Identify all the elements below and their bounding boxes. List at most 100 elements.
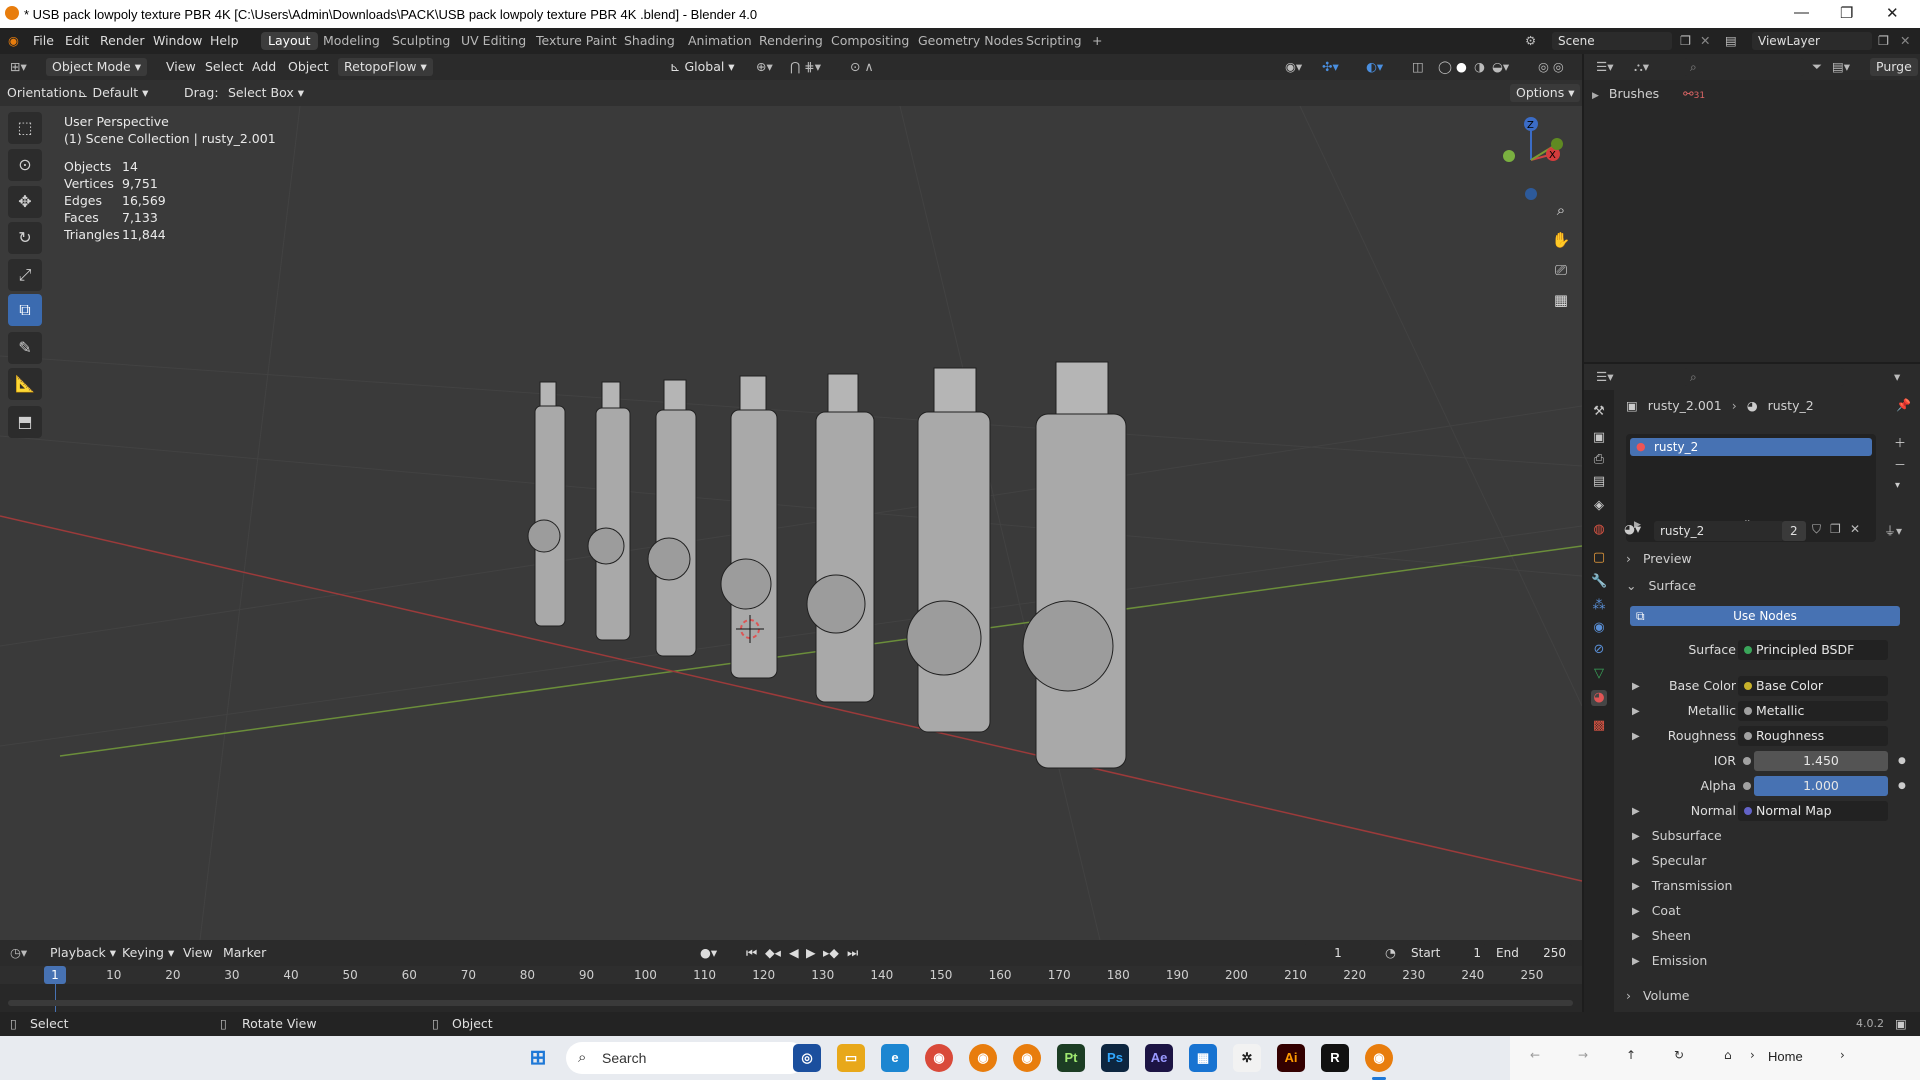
move-icon[interactable]: ✥ xyxy=(8,186,42,218)
maximize-button[interactable]: ❐ xyxy=(1840,4,1853,22)
orphan-icon[interactable]: ▤▾ xyxy=(1832,58,1850,76)
forward-arrow-icon[interactable]: → xyxy=(1578,1048,1588,1062)
transform-icon[interactable]: ⧉ xyxy=(8,294,42,326)
properties-search-input[interactable]: ⌕ xyxy=(1684,368,1844,386)
input-link-field[interactable]: Roughness xyxy=(1738,726,1888,746)
subpanel-specular[interactable]: ▶ Specular xyxy=(1632,851,1706,871)
refresh-icon[interactable]: ↻ xyxy=(1674,1048,1684,1062)
play-reverse-icon[interactable]: ◀ xyxy=(789,944,799,962)
preview-range-icon[interactable]: ◔ xyxy=(1385,944,1396,962)
blender-app-icon[interactable]: ◉ xyxy=(969,1044,997,1072)
visibility-icon[interactable]: ◉▾ xyxy=(1285,58,1302,76)
editor-type-icon[interactable]: ⊞▾ xyxy=(10,58,27,76)
subpanel-coat[interactable]: ▶ Coat xyxy=(1632,901,1681,921)
purge-button[interactable]: Purge xyxy=(1870,58,1918,76)
blender-app-icon[interactable]: ◉ xyxy=(1013,1044,1041,1072)
end-frame-field[interactable]: End 250 xyxy=(1490,944,1572,962)
display-mode-icon[interactable]: ⛬▾ xyxy=(1634,58,1649,76)
current-frame-field[interactable]: 1 xyxy=(1303,944,1373,962)
timeline-scrollbar[interactable] xyxy=(8,1000,1573,1006)
rendered-shading-icon[interactable]: ◒▾ xyxy=(1492,58,1509,76)
menu-help[interactable]: Help xyxy=(210,33,239,48)
subpanel-sheen[interactable]: ▶ Sheen xyxy=(1632,926,1691,946)
editor-type-icon[interactable]: ◷▾ xyxy=(10,944,27,962)
xray-toggle-icon[interactable]: ◫ xyxy=(1412,58,1424,76)
scale-icon[interactable]: ⤢ xyxy=(8,259,42,291)
retopoflow-menu[interactable]: RetopoFlow ▾ xyxy=(338,58,433,76)
solid-shading-icon[interactable]: ● xyxy=(1456,58,1467,76)
pan-view-icon[interactable]: ✋ xyxy=(1547,226,1575,254)
taskbar-search-box[interactable]: ⌕ Search xyxy=(566,1042,806,1074)
tab-layout[interactable]: Layout xyxy=(261,32,318,50)
auto-keying-icon[interactable]: ●▾ xyxy=(700,944,717,962)
subpanel-transmission[interactable]: ▶ Transmission xyxy=(1632,876,1732,896)
measure-icon[interactable]: 📐 xyxy=(8,368,42,400)
input-link-field[interactable]: Metallic xyxy=(1738,701,1888,721)
world-tab-icon[interactable]: ◍ xyxy=(1591,522,1607,538)
minimize-button[interactable]: — xyxy=(1794,4,1809,21)
orientation-selector[interactable]: ⊾ Default ▾ xyxy=(78,84,148,102)
unlink-material-icon[interactable]: ✕ xyxy=(1850,522,1860,536)
particles-tab-icon[interactable]: ⁂ xyxy=(1591,598,1607,614)
3d-viewport[interactable]: ⊞▾ Object Mode ▾ View Select Add Object … xyxy=(0,54,1582,940)
material-shading-icon[interactable]: ◑ xyxy=(1474,58,1485,76)
drag-selector[interactable]: Select Box ▾ xyxy=(228,84,304,102)
outliner-search-input[interactable]: ⌕ xyxy=(1684,58,1804,76)
tab-modeling[interactable]: Modeling xyxy=(316,32,387,50)
physics-tab-icon[interactable]: ◉ xyxy=(1591,620,1607,636)
marker-menu[interactable]: Marker xyxy=(223,944,266,962)
filter-icon[interactable]: ⏷ xyxy=(1812,58,1822,76)
panel-menu-icon[interactable]: ▾ xyxy=(1894,368,1900,386)
illustrator-icon[interactable]: Ai xyxy=(1277,1044,1305,1072)
camera-view-icon[interactable]: ⎚ xyxy=(1547,256,1575,284)
surface-shader-selector[interactable]: Principled BSDF xyxy=(1738,640,1888,660)
delete-view-layer-icon[interactable]: ✕ xyxy=(1900,33,1910,48)
rotate-icon[interactable]: ↻ xyxy=(8,222,42,254)
delete-scene-icon[interactable]: ✕ xyxy=(1700,33,1710,48)
menu-window[interactable]: Window xyxy=(153,33,202,48)
usb-model-3[interactable] xyxy=(647,379,697,657)
keyframe-dot-icon[interactable]: ● xyxy=(1898,776,1906,796)
material-slot-item[interactable]: ● rusty_2 xyxy=(1630,438,1872,456)
subpanel-emission[interactable]: ▶ Emission xyxy=(1632,951,1707,971)
up-arrow-icon[interactable]: ↑ xyxy=(1626,1048,1636,1062)
gizmo-neg-z-axis[interactable] xyxy=(1525,188,1537,200)
usb-model-4[interactable] xyxy=(720,375,778,679)
render-region-icon[interactable]: ◎ ◎ xyxy=(1538,58,1564,76)
task-view-icon[interactable]: ◎ xyxy=(793,1044,821,1072)
keying-menu[interactable]: Keying ▾ xyxy=(122,944,174,962)
store-icon[interactable]: ▦ xyxy=(1189,1044,1217,1072)
tab-compositing[interactable]: Compositing xyxy=(824,32,916,50)
play-icon[interactable]: ▶ xyxy=(806,944,816,962)
back-arrow-icon[interactable]: ← xyxy=(1530,1048,1540,1062)
texture-tab-icon[interactable]: ▩ xyxy=(1591,718,1607,734)
surface-panel-header[interactable]: ⌄ Surface xyxy=(1626,576,1696,596)
playhead[interactable]: 1 xyxy=(44,966,66,984)
scene-icon[interactable]: ⚙ xyxy=(1525,33,1536,48)
view-layer-tab-icon[interactable]: ▤ xyxy=(1591,474,1607,490)
render-tab-icon[interactable]: ▣ xyxy=(1591,430,1607,446)
outliner-item-brushes[interactable]: ▶ Brushes ⚯31 xyxy=(1592,84,1705,104)
annotate-icon[interactable]: ✎ xyxy=(8,332,42,364)
prev-keyframe-icon[interactable]: ◆◂ xyxy=(765,944,781,962)
snap-icon[interactable]: ⋂ ⋕▾ xyxy=(790,58,821,76)
start-frame-field[interactable]: Start 1 xyxy=(1405,944,1487,962)
menu-add[interactable]: Add xyxy=(252,58,276,76)
home-icon[interactable]: ⌂ xyxy=(1724,1048,1732,1062)
options-menu[interactable]: Options ▾ xyxy=(1510,84,1581,102)
tab-rendering[interactable]: Rendering xyxy=(752,32,830,50)
material-tab-icon[interactable]: ◕ xyxy=(1591,690,1607,706)
alpha-slider[interactable]: 1.000 xyxy=(1754,776,1888,796)
mode-selector[interactable]: Object Mode ▾ xyxy=(46,58,147,76)
gizmo-toggle-icon[interactable]: ✣▾ xyxy=(1322,58,1339,76)
tool-tab-icon[interactable]: ⚒ xyxy=(1591,404,1607,420)
add-slot-icon[interactable]: ＋ xyxy=(1894,434,1906,451)
usb-model-6[interactable] xyxy=(906,367,991,733)
cursor-icon[interactable]: ⊙ xyxy=(8,149,42,181)
modifier-tab-icon[interactable]: 🔧 xyxy=(1591,574,1607,590)
tab-texture-paint[interactable]: Texture Paint xyxy=(529,32,624,50)
object-tab-icon[interactable]: ▢ xyxy=(1591,550,1607,566)
transform-orientation-selector[interactable]: ⊾ Global ▾ xyxy=(670,58,735,76)
editor-type-icon[interactable]: ☰▾ xyxy=(1596,58,1613,76)
zoom-view-icon[interactable]: ⌕ xyxy=(1547,196,1575,224)
